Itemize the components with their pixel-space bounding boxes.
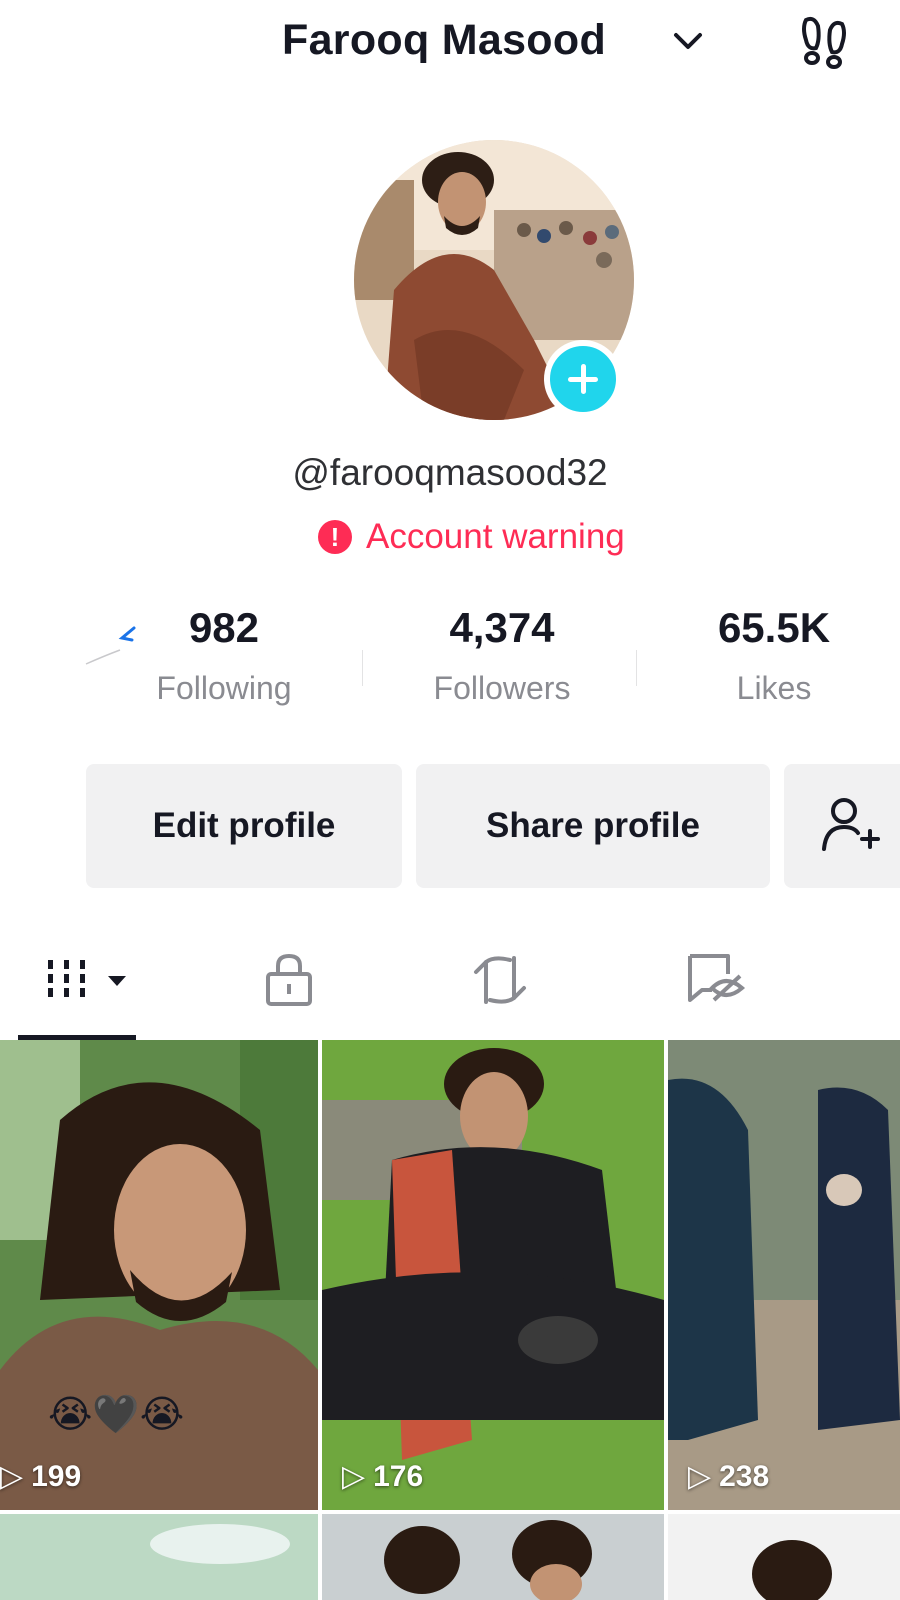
stat-followers[interactable]: 4,374 Followers bbox=[382, 604, 622, 707]
video-thumbnail-2[interactable]: ▷ 176 bbox=[322, 1040, 664, 1510]
play-icon: ▷ bbox=[688, 1460, 712, 1493]
video-1-view-count: 199 bbox=[31, 1459, 82, 1493]
video-2-view-count: 176 bbox=[373, 1459, 424, 1493]
video-6-image bbox=[668, 1514, 900, 1600]
play-icon: ▷ bbox=[0, 1460, 24, 1493]
video-thumbnail-1[interactable]: 😭🖤😭 ▷ 199 bbox=[0, 1040, 318, 1510]
account-warning-label: Account warning bbox=[366, 517, 625, 556]
video-thumbnail-4[interactable] bbox=[0, 1514, 318, 1600]
content-tabs bbox=[0, 940, 900, 1040]
add-friend-button[interactable] bbox=[784, 764, 900, 888]
stat-following[interactable]: 982 Following bbox=[104, 604, 344, 707]
video-3-image bbox=[668, 1040, 900, 1510]
footsteps-icon[interactable] bbox=[796, 12, 856, 72]
hidden-favorites-icon[interactable] bbox=[684, 950, 746, 1010]
avatar-container[interactable] bbox=[354, 140, 640, 426]
video-4-image bbox=[0, 1514, 318, 1600]
warning-icon: ! bbox=[318, 520, 352, 554]
play-icon: ▷ bbox=[342, 1460, 366, 1493]
stat-divider bbox=[636, 650, 637, 686]
chevron-down-icon[interactable] bbox=[672, 30, 704, 52]
following-label: Following bbox=[156, 670, 292, 706]
edit-profile-button[interactable]: Edit profile bbox=[86, 764, 402, 888]
video-thumbnail-6[interactable] bbox=[668, 1514, 900, 1600]
video-grid: 😭🖤😭 ▷ 199 ▷ 176 ▷ 238 bbox=[0, 1040, 900, 1600]
add-friend-icon bbox=[822, 798, 880, 851]
following-count: 982 bbox=[188, 604, 260, 651]
lock-icon[interactable] bbox=[262, 950, 316, 1010]
video-1-views: ▷ 199 bbox=[0, 1459, 81, 1494]
account-warning-link[interactable]: ! Account warning bbox=[318, 513, 625, 561]
top-bar: Farooq Masood bbox=[0, 0, 900, 90]
username-handle: @farooqmasood32 bbox=[292, 452, 608, 493]
stat-divider bbox=[362, 650, 363, 686]
share-profile-label: Share profile bbox=[486, 806, 700, 845]
share-profile-button[interactable]: Share profile bbox=[416, 764, 770, 888]
video-1-emoji: 😭🖤😭 bbox=[48, 1394, 185, 1436]
video-2-views: ▷ 176 bbox=[342, 1459, 423, 1494]
followers-count: 4,374 bbox=[449, 604, 555, 651]
profile-name-title[interactable]: Farooq Masood bbox=[282, 16, 606, 65]
video-3-view-count: 238 bbox=[719, 1459, 770, 1493]
video-thumbnail-3[interactable]: ▷ 238 bbox=[668, 1040, 900, 1510]
repost-icon[interactable] bbox=[470, 950, 530, 1010]
followers-label: Followers bbox=[433, 670, 571, 706]
video-3-views: ▷ 238 bbox=[688, 1459, 769, 1494]
stat-likes[interactable]: 65.5K Likes bbox=[654, 604, 894, 707]
video-thumbnail-5[interactable] bbox=[322, 1514, 664, 1600]
video-1-image bbox=[0, 1040, 318, 1510]
video-5-image bbox=[322, 1514, 664, 1600]
add-story-button[interactable] bbox=[544, 340, 622, 418]
likes-count: 65.5K bbox=[717, 604, 831, 651]
video-2-image bbox=[322, 1040, 664, 1510]
edit-profile-label: Edit profile bbox=[152, 806, 336, 845]
videos-grid-icon[interactable] bbox=[44, 958, 134, 1018]
likes-label: Likes bbox=[736, 670, 812, 706]
